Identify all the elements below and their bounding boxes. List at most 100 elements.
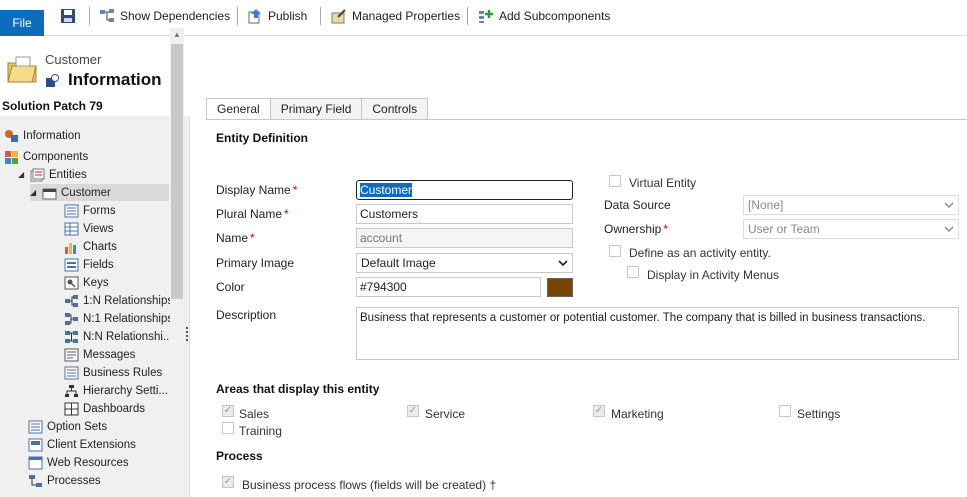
name-input[interactable]: account [356, 228, 573, 248]
display-name-input[interactable]: Customer [356, 180, 573, 200]
primary-image-label: Primary Image [216, 256, 295, 270]
sidebar-item-keys[interactable]: Keys [64, 274, 109, 291]
processes-icon [29, 474, 42, 487]
sidebar-item-customer[interactable]: ◢ Customer [30, 184, 169, 201]
sidebar-item-n1-relationships[interactable]: N:1 Relationships [64, 310, 173, 327]
sidebar-item-dashboards[interactable]: Dashboards [64, 400, 145, 417]
managed-properties-label: Managed Properties [352, 9, 461, 23]
sidebar-item-components[interactable]: Components [4, 148, 88, 165]
entity-icon [42, 188, 57, 199]
sales-checkbox[interactable]: ✓ [222, 405, 234, 417]
business-process-flows-checkbox[interactable]: ✓ [222, 476, 234, 488]
add-subcomponents-button[interactable]: Add Subcomponents [478, 6, 610, 26]
collapse-caret-icon[interactable]: ◢ [18, 170, 26, 179]
sidebar-item-views[interactable]: Views [64, 220, 113, 237]
sidebar-item-charts[interactable]: Charts [64, 238, 117, 255]
business-rules-icon [64, 366, 79, 379]
sidebar-item-label: Views [83, 222, 114, 235]
entity-definition-heading: Entity Definition [216, 131, 308, 145]
color-swatch[interactable] [547, 278, 573, 297]
folder-icon [7, 56, 37, 83]
sidebar-item-label: Keys [83, 276, 109, 289]
tab-primary-field[interactable]: Primary Field [270, 98, 363, 120]
virtual-entity-label: Virtual Entity [629, 176, 697, 190]
managed-properties-button[interactable]: Managed Properties [331, 6, 460, 26]
sidebar-item-forms[interactable]: Forms [64, 202, 116, 219]
add-subcomponents-label: Add Subcomponents [499, 9, 611, 23]
marketing-checkbox[interactable]: ✓ [593, 405, 605, 417]
sidebar-item-label: Client Extensions [47, 438, 136, 451]
color-input[interactable]: #794300 [356, 277, 541, 297]
toolbar-separator [237, 7, 238, 25]
charts-icon [65, 242, 76, 254]
primary-image-select[interactable]: Default Image [356, 253, 573, 273]
sidebar-item-web-resources[interactable]: Web Resources [28, 454, 129, 471]
client-extensions-icon [28, 438, 43, 451]
description-textarea[interactable]: Business that represents a customer or p… [356, 307, 959, 360]
service-checkbox[interactable]: ✓ [407, 405, 419, 417]
publish-label: Publish [268, 9, 308, 23]
hierarchy-icon [65, 384, 78, 397]
sidebar-item-client-extensions[interactable]: Client Extensions [28, 436, 136, 453]
sidebar-item-entities[interactable]: ◢ Entities [18, 166, 87, 183]
sidebar-item-nn-relationships[interactable]: N:N Relationshi... [64, 328, 172, 345]
tab-strip: General Primary Field Controls [206, 98, 429, 120]
fields-icon [64, 258, 79, 271]
sidebar-item-business-rules[interactable]: Business Rules [64, 364, 162, 381]
data-source-label: Data Source [604, 198, 671, 212]
scroll-up-icon[interactable]: ▲ [173, 30, 181, 39]
sidebar-item-label: N:N Relationshi... [83, 330, 173, 343]
keys-icon [64, 276, 79, 289]
toolbar-separator [467, 7, 468, 25]
activity-entity-checkbox[interactable] [609, 245, 621, 257]
toolbar-separator [320, 7, 321, 25]
sidebar-scroll-thumb[interactable] [171, 44, 183, 299]
chevron-down-icon [558, 259, 568, 266]
relationship-icon [65, 312, 78, 325]
publish-icon [248, 9, 261, 24]
ownership-select[interactable]: User or Team [743, 219, 959, 239]
activity-menus-checkbox[interactable] [627, 266, 639, 278]
sidebar-item-hierarchy-settings[interactable]: Hierarchy Setti... [64, 382, 168, 399]
save-button[interactable] [60, 6, 76, 26]
publish-button[interactable]: Publish [247, 6, 307, 26]
sidebar-item-label: Fields [83, 258, 114, 271]
file-button[interactable]: File [0, 10, 44, 36]
sidebar-item-label: Information [23, 129, 81, 142]
views-icon [64, 222, 79, 235]
virtual-entity-checkbox[interactable] [609, 175, 621, 187]
data-source-select[interactable]: [None] [743, 195, 959, 215]
web-resources-icon [28, 456, 43, 469]
marketing-label: Marketing [611, 407, 664, 421]
areas-heading: Areas that display this entity [216, 382, 380, 396]
plural-name-input[interactable]: Customers [356, 204, 573, 224]
page-title: Information [68, 70, 162, 89]
sidebar-item-1n-relationships[interactable]: 1:N Relationships [64, 292, 173, 309]
pane-splitter[interactable] [186, 327, 189, 343]
tab-controls[interactable]: Controls [362, 98, 429, 120]
tab-divider [206, 119, 967, 120]
sidebar-item-label: Hierarchy Setti... [83, 384, 168, 397]
chevron-down-icon [944, 202, 954, 208]
relationship-icon [65, 330, 78, 343]
sidebar-item-messages[interactable]: Messages [64, 346, 135, 363]
sidebar-item-fields[interactable]: Fields [64, 256, 114, 273]
sidebar-item-processes[interactable]: Processes [28, 472, 101, 489]
sidebar-item-label: Forms [83, 204, 116, 217]
dagger-mark: † [489, 478, 497, 492]
show-dependencies-button[interactable]: Show Dependencies [99, 6, 230, 26]
business-process-flows-label: Business process flows (fields will be c… [242, 478, 497, 492]
settings-checkbox[interactable] [779, 405, 791, 417]
sidebar-item-information[interactable]: Information [4, 127, 81, 144]
sidebar-item-label: Customer [61, 186, 111, 199]
color-label: Color [216, 280, 245, 294]
sidebar-item-option-sets[interactable]: Option Sets [28, 418, 107, 435]
ownership-label: Ownership * [604, 222, 669, 236]
entity-name: Customer [45, 52, 102, 67]
tab-general[interactable]: General [206, 98, 271, 120]
training-checkbox[interactable] [222, 422, 234, 434]
primary-image-value: Default Image [361, 256, 436, 270]
collapse-caret-icon[interactable]: ◢ [30, 188, 38, 197]
managed-properties-icon [331, 9, 346, 24]
ownership-value: User or Team [748, 222, 820, 236]
